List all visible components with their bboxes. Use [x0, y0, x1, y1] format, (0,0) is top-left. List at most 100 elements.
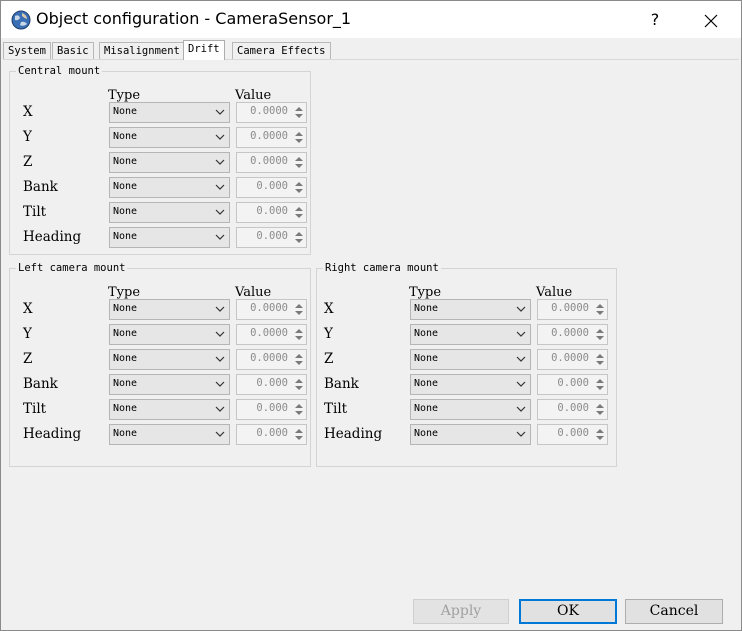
drift-row-z: Z None 0.0000	[10, 349, 310, 370]
tab-basic[interactable]: Basic	[52, 42, 94, 59]
drift-value-spinbox[interactable]: 0.0000	[236, 102, 307, 123]
drift-type-select[interactable]: None	[410, 399, 531, 420]
type-column-header: Type	[409, 285, 442, 300]
spin-arrows-icon[interactable]	[293, 301, 305, 318]
spin-arrows-icon[interactable]	[293, 229, 305, 246]
spin-value: 0.0000	[551, 302, 589, 314]
drift-row-tilt: Tilt None 0.000	[10, 399, 310, 420]
spin-arrows-icon[interactable]	[293, 401, 305, 418]
axis-label: Z	[23, 154, 33, 170]
chevron-down-icon	[215, 406, 225, 412]
spin-arrows-icon[interactable]	[293, 104, 305, 121]
select-value: None	[113, 181, 138, 192]
chevron-down-icon	[516, 306, 526, 312]
spin-arrows-icon[interactable]	[594, 376, 606, 393]
ok-button[interactable]: OK	[519, 599, 617, 624]
spin-arrows-icon[interactable]	[293, 154, 305, 171]
apply-button[interactable]: Apply	[413, 599, 509, 624]
value-column-header: Value	[536, 285, 573, 300]
tab-camera-effects[interactable]: Camera Effects	[232, 42, 331, 59]
spin-arrows-icon[interactable]	[594, 351, 606, 368]
axis-label: Bank	[23, 376, 58, 392]
right-camera-mount-group: Right camera mount Type Value X None 0.000…	[316, 262, 617, 467]
spin-arrows-icon[interactable]	[293, 204, 305, 221]
drift-type-select[interactable]: None	[109, 424, 230, 445]
drift-value-spinbox[interactable]: 0.0000	[236, 152, 307, 173]
drift-type-select[interactable]: None	[410, 349, 531, 370]
spin-arrows-icon[interactable]	[293, 426, 305, 443]
drift-value-spinbox[interactable]: 0.000	[236, 424, 307, 445]
drift-type-select[interactable]: None	[109, 324, 230, 345]
select-value: None	[414, 353, 439, 364]
drift-type-select[interactable]: None	[109, 349, 230, 370]
drift-type-select[interactable]: None	[109, 177, 230, 198]
chevron-down-icon	[516, 356, 526, 362]
cancel-button[interactable]: Cancel	[625, 599, 723, 624]
spin-arrows-icon[interactable]	[293, 376, 305, 393]
drift-value-spinbox[interactable]: 0.000	[537, 399, 608, 420]
tab-misalignment[interactable]: Misalignment	[99, 42, 185, 59]
select-value: None	[113, 328, 138, 339]
select-value: None	[113, 353, 138, 364]
drift-value-spinbox[interactable]: 0.000	[236, 227, 307, 248]
spin-arrows-icon[interactable]	[293, 351, 305, 368]
drift-value-spinbox[interactable]: 0.000	[537, 374, 608, 395]
spin-arrows-icon[interactable]	[594, 426, 606, 443]
drift-type-select[interactable]: None	[109, 399, 230, 420]
drift-type-select[interactable]: None	[109, 374, 230, 395]
drift-value-spinbox[interactable]: 0.0000	[236, 324, 307, 345]
drift-value-spinbox[interactable]: 0.000	[236, 374, 307, 395]
drift-value-spinbox[interactable]: 0.0000	[537, 324, 608, 345]
chevron-down-icon	[215, 234, 225, 240]
select-value: None	[414, 303, 439, 314]
drift-type-select[interactable]: None	[410, 299, 531, 320]
close-button[interactable]	[689, 1, 733, 38]
select-value: None	[414, 328, 439, 339]
spin-arrows-icon[interactable]	[293, 129, 305, 146]
drift-type-select[interactable]: None	[109, 227, 230, 248]
drift-value-spinbox[interactable]: 0.0000	[236, 299, 307, 320]
spin-arrows-icon[interactable]	[594, 301, 606, 318]
chevron-down-icon	[215, 431, 225, 437]
tab-drift[interactable]: Drift	[183, 40, 225, 60]
spin-value: 0.000	[557, 427, 589, 439]
tab-system[interactable]: System	[3, 42, 51, 59]
axis-label: X	[23, 104, 33, 120]
drift-type-select[interactable]: None	[109, 202, 230, 223]
drift-type-select[interactable]: None	[109, 152, 230, 173]
drift-value-spinbox[interactable]: 0.0000	[236, 349, 307, 370]
drift-row-bank: Bank None 0.000	[311, 374, 610, 395]
chevron-down-icon	[215, 356, 225, 362]
drift-value-spinbox[interactable]: 0.000	[236, 399, 307, 420]
drift-value-spinbox[interactable]: 0.000	[236, 177, 307, 198]
drift-type-select[interactable]: None	[410, 374, 531, 395]
help-button[interactable]: ?	[633, 1, 677, 38]
spin-arrows-icon[interactable]	[594, 326, 606, 343]
drift-type-select[interactable]: None	[410, 324, 531, 345]
drift-value-spinbox[interactable]: 0.0000	[537, 299, 608, 320]
drift-row-heading: Heading None 0.000	[311, 424, 610, 445]
chevron-down-icon	[516, 381, 526, 387]
select-value: None	[414, 403, 439, 414]
drift-type-select[interactable]: None	[109, 102, 230, 123]
spin-arrows-icon[interactable]	[293, 326, 305, 343]
drift-value-spinbox[interactable]: 0.0000	[537, 349, 608, 370]
spin-arrows-icon[interactable]	[594, 401, 606, 418]
axis-label: Bank	[324, 376, 359, 392]
drift-type-select[interactable]: None	[109, 299, 230, 320]
drift-row-heading: Heading None 0.000	[10, 227, 310, 248]
drift-row-z: Z None 0.0000	[10, 152, 310, 173]
drift-value-spinbox[interactable]: 0.000	[537, 424, 608, 445]
type-column-header: Type	[108, 285, 141, 300]
select-value: None	[113, 403, 138, 414]
spin-value: 0.000	[557, 377, 589, 389]
drift-value-spinbox[interactable]: 0.000	[236, 202, 307, 223]
drift-row-x: X None 0.0000	[10, 299, 310, 320]
spin-arrows-icon[interactable]	[293, 179, 305, 196]
axis-label: Z	[324, 351, 334, 367]
drift-row-y: Y None 0.0000	[10, 324, 310, 345]
drift-type-select[interactable]: None	[410, 424, 531, 445]
drift-row-bank: Bank None 0.000	[10, 177, 310, 198]
drift-type-select[interactable]: None	[109, 127, 230, 148]
drift-value-spinbox[interactable]: 0.0000	[236, 127, 307, 148]
